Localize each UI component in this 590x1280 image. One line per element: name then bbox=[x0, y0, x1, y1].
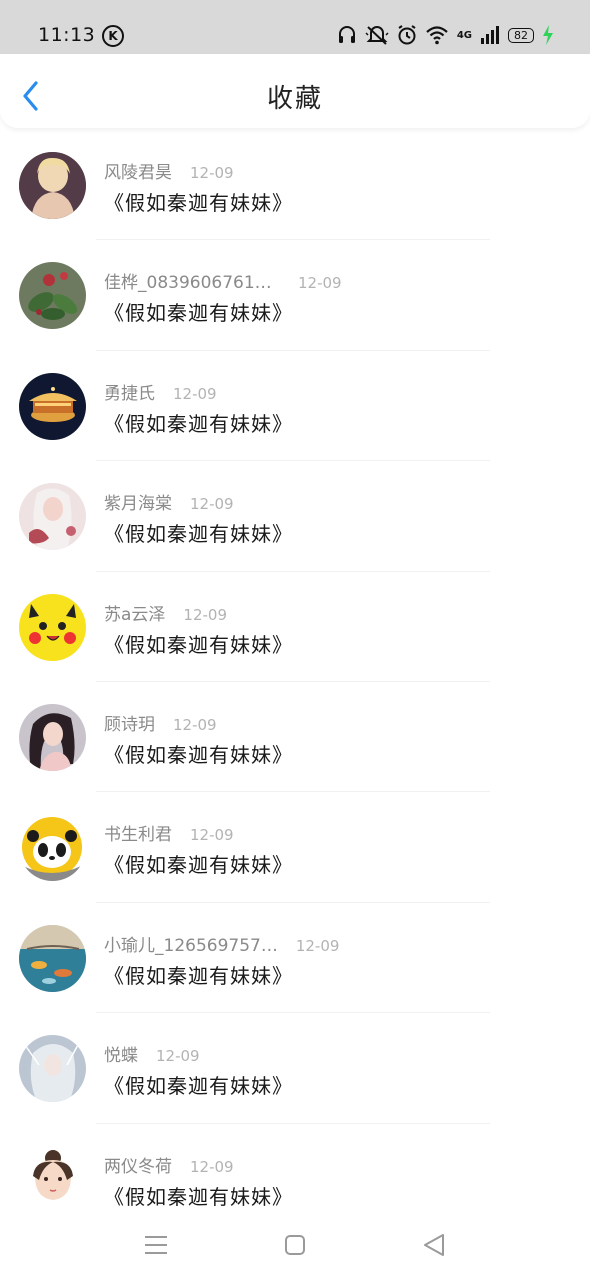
story-title[interactable]: 《假如秦迦有妹妹》 bbox=[104, 518, 293, 547]
system-nav-bar bbox=[0, 1210, 590, 1280]
avatar[interactable] bbox=[19, 262, 86, 330]
status-time: 11:13 bbox=[38, 24, 96, 46]
username[interactable]: 顾诗玥 bbox=[104, 710, 155, 735]
list-item[interactable]: 紫月海棠 12-09 《假如秦迦有妹妹》 bbox=[0, 461, 590, 572]
avatar[interactable] bbox=[19, 703, 86, 771]
avatar[interactable] bbox=[19, 1145, 86, 1213]
list-item[interactable]: 风陵君昊 12-09 《假如秦迦有妹妹》 bbox=[0, 130, 590, 241]
story-title[interactable]: 《假如秦迦有妹妹》 bbox=[104, 1181, 293, 1210]
wifi-icon bbox=[426, 26, 448, 45]
item-meta: 悦蝶 12-09 bbox=[104, 1041, 200, 1066]
list-item[interactable]: 小瑜儿_126569757… 12-09 《假如秦迦有妹妹》 bbox=[0, 903, 590, 1014]
username[interactable]: 小瑜儿_126569757… bbox=[104, 931, 278, 956]
avatar[interactable] bbox=[19, 924, 86, 992]
username[interactable]: 佳桦_08396067610… bbox=[104, 268, 280, 293]
story-title[interactable]: 《假如秦迦有妹妹》 bbox=[104, 849, 293, 878]
home-square-icon[interactable] bbox=[282, 1232, 308, 1258]
list-item[interactable]: 佳桦_08396067610… 12-09 《假如秦迦有妹妹》 bbox=[0, 240, 590, 351]
status-bar: 11:13 K 4G 82 bbox=[0, 0, 590, 54]
item-meta: 风陵君昊 12-09 bbox=[104, 158, 234, 183]
list-item[interactable]: 书生利君 12-09 《假如秦迦有妹妹》 bbox=[0, 792, 590, 903]
date: 12-09 bbox=[298, 274, 342, 293]
username[interactable]: 书生利君 bbox=[104, 820, 172, 845]
avatar[interactable] bbox=[19, 152, 86, 219]
story-title[interactable]: 《假如秦迦有妹妹》 bbox=[104, 960, 293, 989]
item-meta: 苏a云泽 12-09 bbox=[104, 600, 228, 625]
menu-icon[interactable] bbox=[143, 1232, 169, 1258]
cell-signal-icon bbox=[481, 26, 499, 44]
avatar[interactable] bbox=[19, 593, 86, 661]
header: 收藏 bbox=[0, 54, 590, 128]
mute-icon bbox=[365, 26, 389, 45]
item-meta: 佳桦_08396067610… 12-09 bbox=[104, 268, 342, 293]
date: 12-09 bbox=[190, 1157, 234, 1176]
avatar[interactable] bbox=[19, 372, 86, 440]
date: 12-09 bbox=[190, 826, 234, 845]
k-circle-icon: K bbox=[102, 25, 124, 47]
item-meta: 两仪冬荷 12-09 bbox=[104, 1152, 234, 1177]
favorites-list: 风陵君昊 12-09 《假如秦迦有妹妹》 佳桦_08396067610… 12-… bbox=[0, 130, 590, 1234]
username[interactable]: 两仪冬荷 bbox=[104, 1152, 172, 1177]
story-title[interactable]: 《假如秦迦有妹妹》 bbox=[104, 408, 293, 437]
story-title[interactable]: 《假如秦迦有妹妹》 bbox=[104, 187, 293, 216]
story-title[interactable]: 《假如秦迦有妹妹》 bbox=[104, 1070, 293, 1099]
list-item[interactable]: 苏a云泽 12-09 《假如秦迦有妹妹》 bbox=[0, 572, 590, 682]
date: 12-09 bbox=[190, 495, 234, 514]
list-item[interactable]: 悦蝶 12-09 《假如秦迦有妹妹》 bbox=[0, 1013, 590, 1124]
username[interactable]: 勇捷氏 bbox=[104, 379, 155, 404]
story-title[interactable]: 《假如秦迦有妹妹》 bbox=[104, 739, 293, 768]
status-icons: 4G 82 bbox=[337, 24, 554, 46]
story-title[interactable]: 《假如秦迦有妹妹》 bbox=[104, 297, 293, 326]
item-meta: 紫月海棠 12-09 bbox=[104, 489, 234, 514]
avatar[interactable] bbox=[19, 483, 86, 551]
list-item[interactable]: 勇捷氏 12-09 《假如秦迦有妹妹》 bbox=[0, 351, 590, 462]
story-title[interactable]: 《假如秦迦有妹妹》 bbox=[104, 629, 293, 658]
avatar[interactable] bbox=[19, 814, 86, 882]
battery-icon: 82 bbox=[508, 27, 534, 43]
date: 12-09 bbox=[190, 164, 234, 182]
item-meta: 勇捷氏 12-09 bbox=[104, 379, 217, 404]
alarm-icon bbox=[398, 25, 416, 45]
item-meta: 小瑜儿_126569757… 12-09 bbox=[104, 931, 340, 956]
network-type: 4G bbox=[456, 29, 472, 41]
date: 12-09 bbox=[173, 715, 217, 734]
back-triangle-icon[interactable] bbox=[421, 1232, 447, 1258]
headphones-icon bbox=[338, 26, 355, 43]
list-item[interactable]: 顾诗玥 12-09 《假如秦迦有妹妹》 bbox=[0, 682, 590, 793]
date: 12-09 bbox=[295, 936, 340, 955]
item-meta: 书生利君 12-09 bbox=[104, 820, 234, 845]
date: 12-09 bbox=[173, 384, 217, 403]
item-meta: 顾诗玥 12-09 bbox=[104, 710, 217, 735]
username[interactable]: 悦蝶 bbox=[104, 1041, 138, 1066]
date: 12-09 bbox=[183, 605, 228, 624]
username[interactable]: 紫月海棠 bbox=[104, 489, 172, 514]
charging-icon bbox=[543, 25, 553, 45]
avatar[interactable] bbox=[19, 1035, 86, 1103]
date: 12-09 bbox=[156, 1047, 200, 1066]
username[interactable]: 风陵君昊 bbox=[104, 158, 172, 183]
page-title: 收藏 bbox=[266, 84, 323, 114]
username[interactable]: 苏a云泽 bbox=[104, 600, 165, 625]
